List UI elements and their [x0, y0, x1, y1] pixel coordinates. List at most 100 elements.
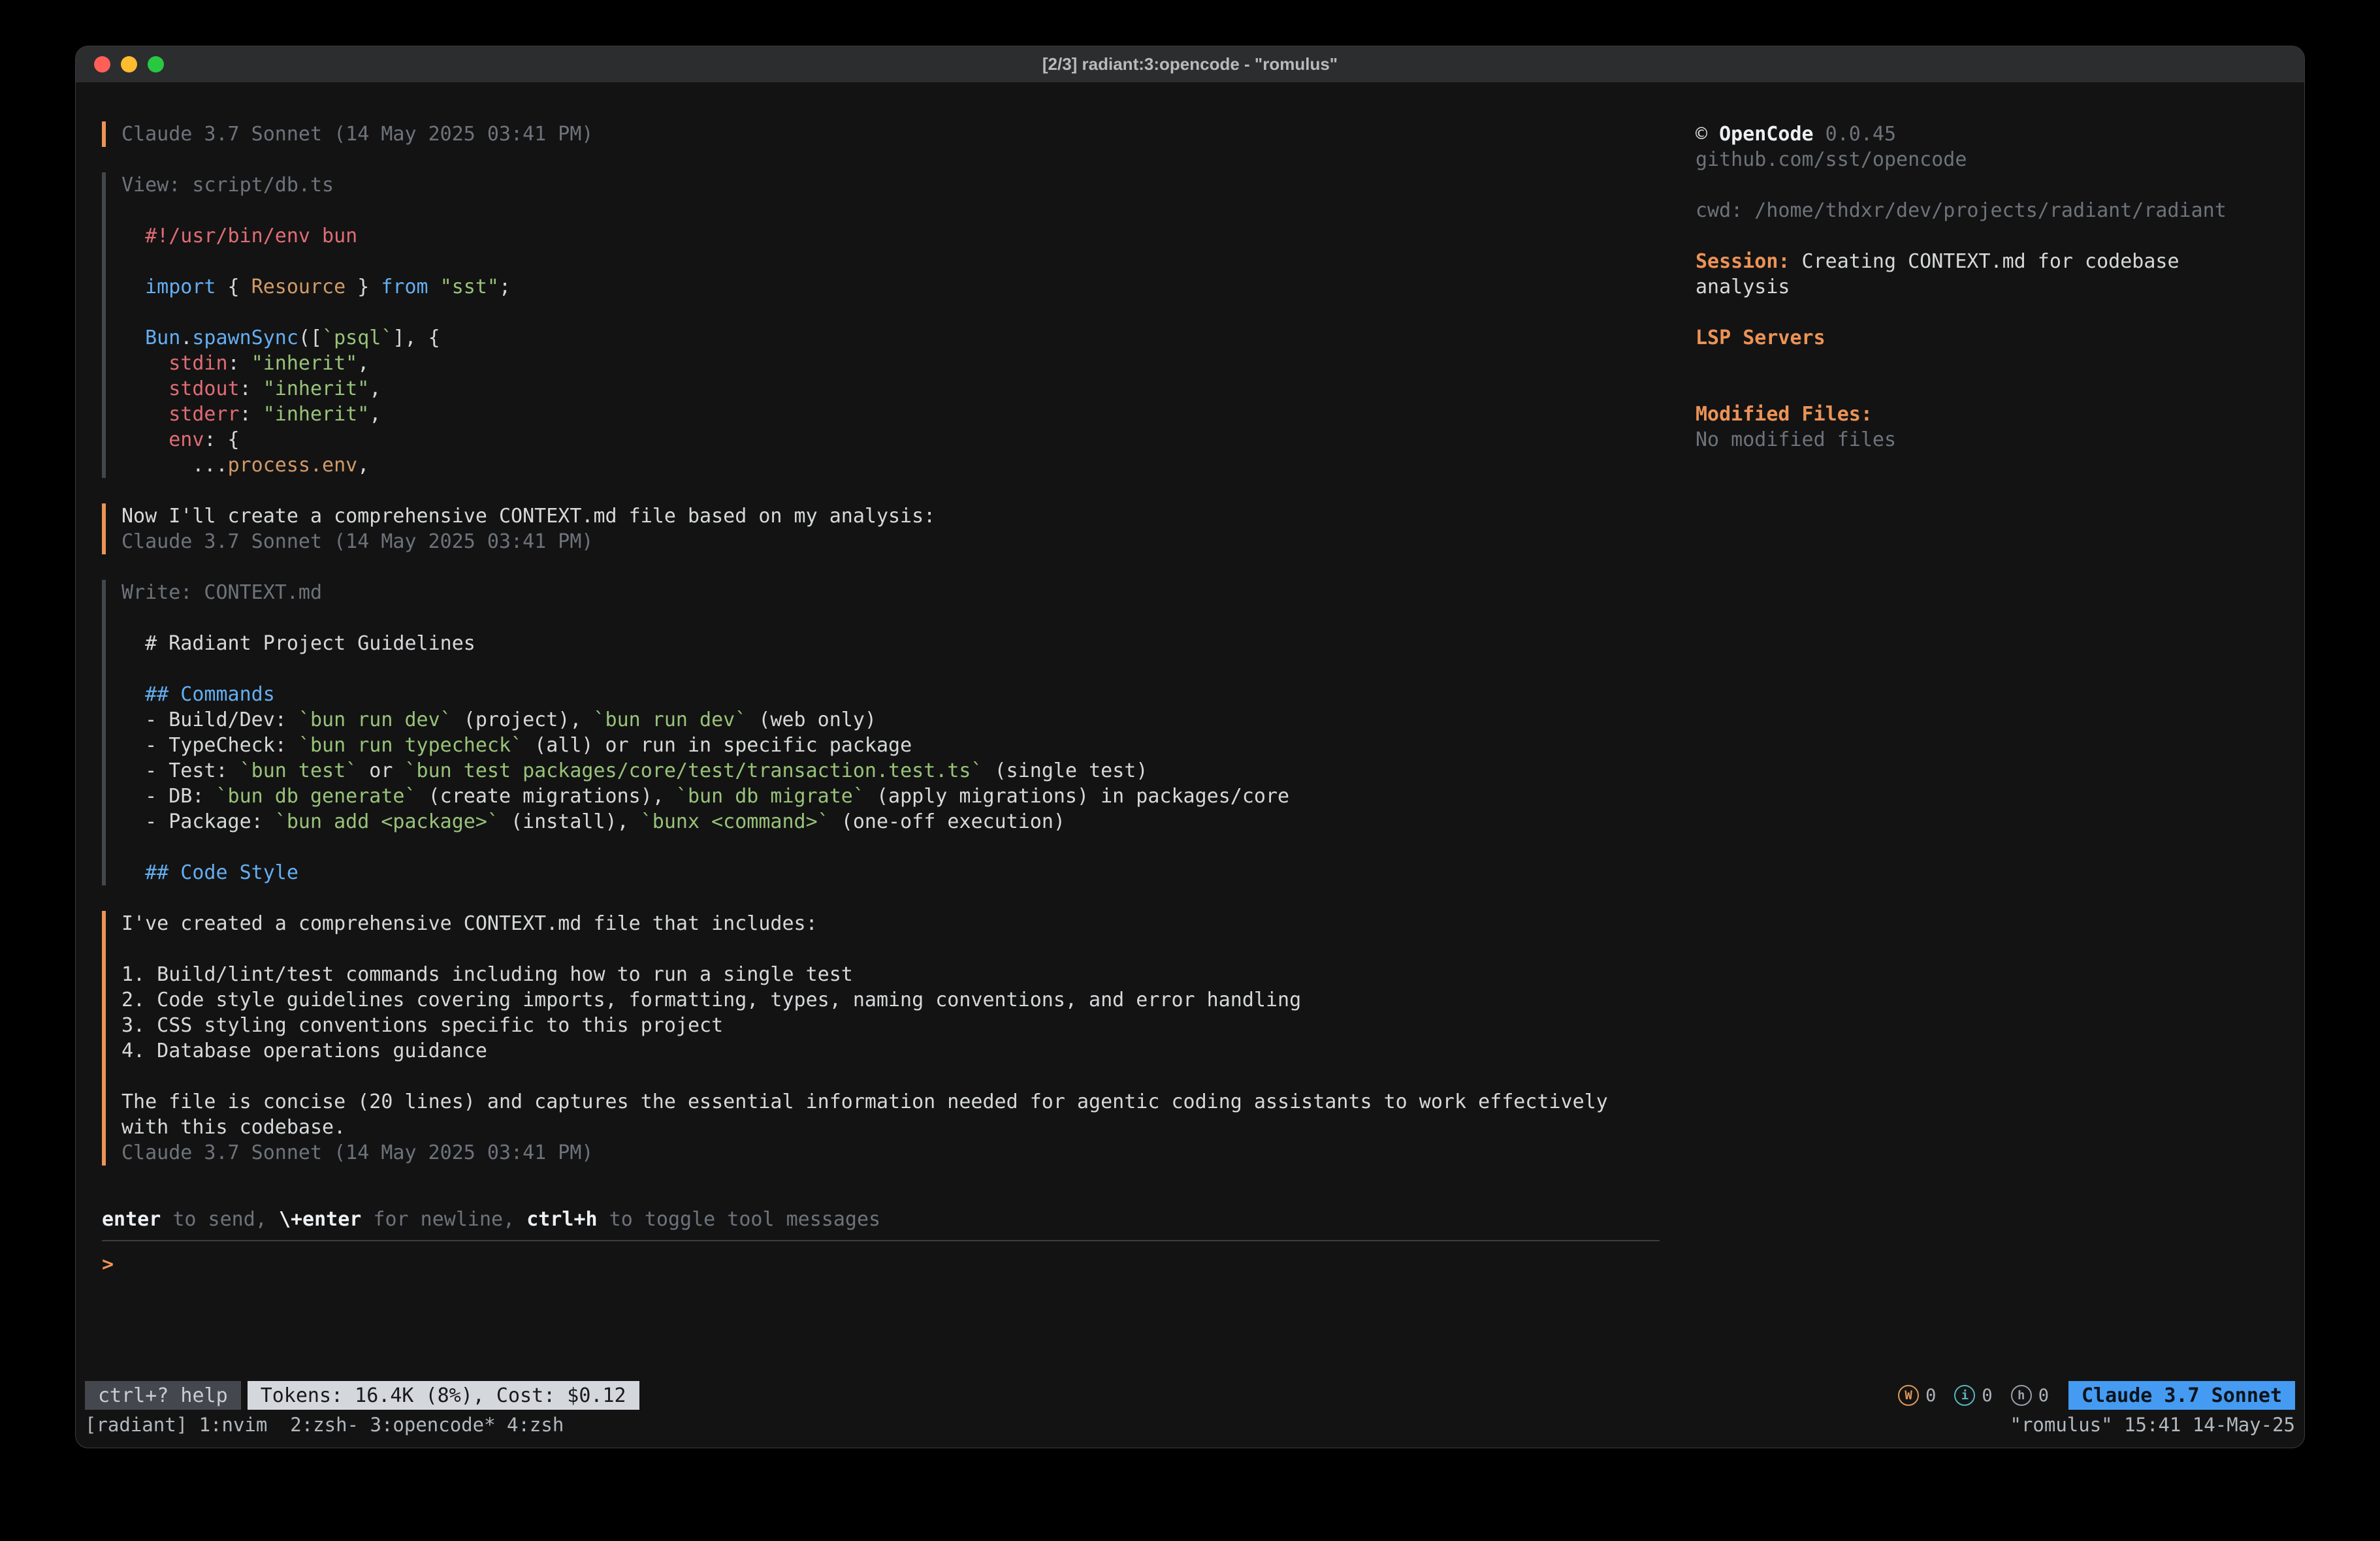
text-line: ## Commands — [121, 682, 1660, 707]
diagnostic-h: h0 — [2011, 1383, 2049, 1408]
text-segment: - DB: — [121, 785, 216, 808]
text-line — [1696, 376, 2295, 402]
sidebar-content: © OpenCode 0.0.45github.com/sst/opencode… — [1696, 121, 2295, 453]
text-segment: `bun test packages/core/test/transaction… — [405, 759, 983, 782]
text-segment: - Package: — [121, 810, 275, 833]
text-line — [1696, 172, 2295, 198]
traffic-lights — [94, 46, 164, 82]
text-line: stdout: "inherit", — [121, 376, 1660, 402]
text-segment: "inherit" — [263, 403, 370, 426]
text-line — [121, 300, 1660, 325]
text-segment: (one-off execution) — [829, 810, 1065, 833]
help-segment: ctrl+h — [526, 1208, 597, 1231]
text-segment: Now I'll create a comprehensive CONTEXT.… — [121, 505, 935, 528]
text-line: # Radiant Project Guidelines — [121, 631, 1660, 656]
text-line: © OpenCode 0.0.45 — [1696, 121, 2295, 147]
minimize-button[interactable] — [121, 56, 137, 72]
text-segment: spawnSync — [192, 326, 298, 349]
text-segment: LSP Servers — [1696, 326, 1825, 349]
text-segment: env — [121, 428, 204, 451]
text-line: - Test: `bun test` or `bun test packages… — [121, 758, 1660, 784]
prompt-input[interactable]: > — [102, 1252, 1660, 1380]
terminal-content: Claude 3.7 Sonnet (14 May 2025 03:41 PM)… — [76, 84, 2304, 1448]
text-line: env: { — [121, 427, 1660, 453]
text-segment: `bunx <command>` — [641, 810, 829, 833]
text-line — [121, 605, 1660, 631]
text-line: Claude 3.7 Sonnet (14 May 2025 03:41 PM) — [121, 529, 1660, 554]
help-segment: to send, — [161, 1208, 279, 1231]
text-line — [121, 656, 1660, 682]
text-segment: 3. CSS styling conventions specific to t… — [121, 1014, 723, 1037]
input-divider — [102, 1240, 1660, 1241]
close-button[interactable] — [94, 56, 110, 72]
text-segment: import — [121, 276, 216, 298]
text-segment: cwd: /home/thdxr/dev/projects/radiant/ra… — [1696, 199, 2227, 222]
text-segment: : — [240, 377, 263, 400]
text-line: Bun.spawnSync([`psql`], { — [121, 325, 1660, 351]
help-segment: \+enter — [279, 1208, 361, 1231]
text-line: Session: Creating CONTEXT.md for codebas… — [1696, 249, 2295, 274]
text-segment: (all) or run in specific package — [523, 734, 912, 757]
text-segment: - Test: — [121, 759, 240, 782]
tool-message-block: Write: CONTEXT.md # Radiant Project Guid… — [102, 580, 1660, 885]
tool-message-block: View: script/db.ts #!/usr/bin/env bun im… — [102, 172, 1660, 478]
text-line: - TypeCheck: `bun run typecheck` (all) o… — [121, 733, 1660, 758]
text-segment: , — [369, 403, 381, 426]
text-line: #!/usr/bin/env bun — [121, 223, 1660, 249]
help-shortcut-chip: ctrl+? help — [85, 1381, 241, 1410]
chat-column: Claude 3.7 Sonnet (14 May 2025 03:41 PM)… — [102, 121, 1660, 1380]
tmux-session-time: "romulus" 15:41 14-May-25 — [2010, 1412, 2296, 1438]
text-segment: (project), — [452, 708, 594, 731]
text-line: LSP Servers — [1696, 325, 2295, 351]
text-segment: from — [381, 276, 428, 298]
text-segment: stdin — [121, 352, 228, 375]
text-line — [1696, 223, 2295, 249]
text-line: 4. Database operations guidance — [121, 1038, 1660, 1064]
tmux-windows: [radiant] 1:nvim 2:zsh- 3:opencode* 4:zs… — [85, 1412, 564, 1438]
chat-messages[interactable]: Claude 3.7 Sonnet (14 May 2025 03:41 PM)… — [102, 121, 1660, 1191]
main-area: Claude 3.7 Sonnet (14 May 2025 03:41 PM)… — [85, 121, 2295, 1380]
status-bar: ctrl+? help Tokens: 16.4K (8%), Cost: $0… — [85, 1380, 2295, 1411]
text-line: - Package: `bun add <package>` (install)… — [121, 809, 1660, 834]
text-segment: analysis — [1696, 276, 1790, 298]
text-segment: `bun run typecheck` — [298, 734, 523, 757]
w-circle-icon: W — [1898, 1385, 1919, 1406]
text-segment: 0.0.45 — [1814, 123, 1896, 146]
text-line: stdin: "inherit", — [121, 351, 1660, 376]
text-segment: stdout — [121, 377, 240, 400]
text-line: Claude 3.7 Sonnet (14 May 2025 03:41 PM) — [121, 121, 1660, 147]
text-line: ## Code Style — [121, 860, 1660, 885]
diagnostics: W0i0h0 — [1898, 1383, 2049, 1408]
text-segment: . — [180, 326, 192, 349]
text-segment: Claude 3.7 Sonnet (14 May 2025 03:41 PM) — [121, 530, 593, 553]
text-segment: or — [357, 759, 404, 782]
text-segment: © — [1696, 123, 1719, 146]
text-line: cwd: /home/thdxr/dev/projects/radiant/ra… — [1696, 198, 2295, 223]
text-segment: , — [369, 377, 381, 400]
text-line: No modified files — [1696, 427, 2295, 453]
text-line: - DB: `bun db generate` (create migratio… — [121, 784, 1660, 809]
text-segment: `bun db generate` — [216, 785, 417, 808]
text-segment: ... — [121, 454, 228, 477]
diagnostic-count: 0 — [2038, 1383, 2049, 1408]
assistant-message-block: I've created a comprehensive CONTEXT.md … — [102, 911, 1660, 1166]
text-line — [121, 834, 1660, 860]
text-segment: 2. Code style guidelines covering import… — [121, 989, 1301, 1011]
text-line — [121, 936, 1660, 962]
text-segment: github.com/sst/opencode — [1696, 148, 1967, 171]
window-titlebar[interactable]: [2/3] radiant:3:opencode - "romulus" — [76, 46, 2304, 83]
text-line — [121, 249, 1660, 274]
text-line: stderr: "inherit", — [121, 402, 1660, 427]
text-segment: Resource — [251, 276, 346, 298]
text-segment: "inherit" — [263, 377, 370, 400]
text-segment: Creating CONTEXT.md for codebase — [1790, 250, 2179, 273]
help-segment: enter — [102, 1208, 161, 1231]
text-line: 3. CSS styling conventions specific to t… — [121, 1013, 1660, 1038]
text-segment: OpenCode — [1719, 123, 1814, 146]
text-segment: (install), — [499, 810, 641, 833]
text-segment: ; — [499, 276, 511, 298]
help-segment: to toggle tool messages — [598, 1208, 880, 1231]
text-line: github.com/sst/opencode — [1696, 147, 2295, 172]
text-segment: - Build/Dev: — [121, 708, 298, 731]
zoom-button[interactable] — [148, 56, 164, 72]
